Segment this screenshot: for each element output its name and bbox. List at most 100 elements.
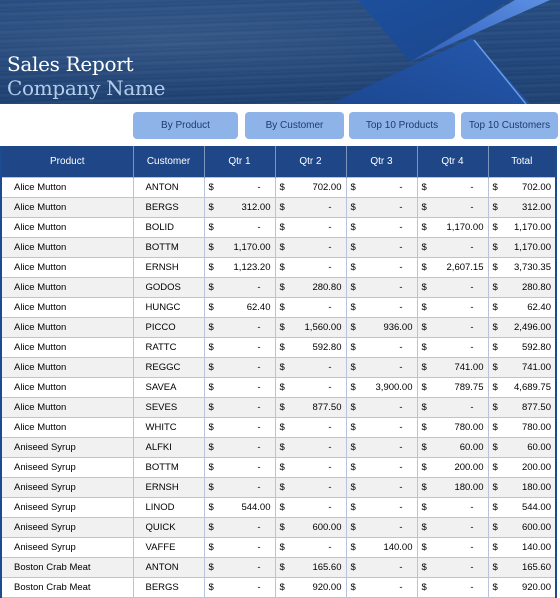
- table-row[interactable]: Alice Mutton BERGS $312.00 $ - $ - $ - $312.00: [0, 197, 557, 218]
- customer-cell[interactable]: LINOD: [132, 497, 205, 518]
- q2-cell[interactable]: $702.00: [274, 177, 347, 198]
- table-row[interactable]: Boston Crab Meat ANTON $ - $165.60 $ - $ - $165.6…: [0, 557, 557, 578]
- q1-cell[interactable]: $ -: [203, 537, 276, 558]
- total-cell[interactable]: $165.60: [487, 557, 557, 578]
- customer-cell[interactable]: GODOS: [132, 277, 205, 298]
- total-cell[interactable]: $780.00: [487, 417, 557, 438]
- q4-cell[interactable]: $ -: [416, 277, 489, 298]
- q4-cell[interactable]: $ -: [416, 537, 489, 558]
- q1-cell[interactable]: $ -: [203, 557, 276, 578]
- q4-cell[interactable]: $ -: [416, 237, 489, 258]
- product-cell[interactable]: Alice Mutton: [0, 257, 134, 278]
- total-cell[interactable]: $3,730.35: [487, 257, 557, 278]
- table-row[interactable]: Aniseed Syrup BOTTM $ - $ - $ - $200.00 $200.00: [0, 457, 557, 478]
- customer-cell[interactable]: SEVES: [132, 397, 205, 418]
- q3-cell[interactable]: $936.00: [345, 317, 418, 338]
- product-cell[interactable]: Aniseed Syrup: [0, 497, 134, 518]
- product-cell[interactable]: Aniseed Syrup: [0, 517, 134, 538]
- q2-cell[interactable]: $ -: [274, 437, 347, 458]
- q1-cell[interactable]: $ -: [203, 317, 276, 338]
- product-cell[interactable]: Aniseed Syrup: [0, 457, 134, 478]
- q3-cell[interactable]: $ -: [345, 457, 418, 478]
- product-cell[interactable]: Boston Crab Meat: [0, 577, 134, 598]
- q1-cell[interactable]: $ -: [203, 277, 276, 298]
- customer-cell[interactable]: HUNGC: [132, 297, 205, 318]
- q1-cell[interactable]: $ -: [203, 177, 276, 198]
- q4-cell[interactable]: $ -: [416, 397, 489, 418]
- q1-cell[interactable]: $312.00: [203, 197, 276, 218]
- customer-cell[interactable]: ANTON: [132, 177, 205, 198]
- q4-cell[interactable]: $ -: [416, 497, 489, 518]
- total-cell[interactable]: $592.80: [487, 337, 557, 358]
- total-cell[interactable]: $1,170.00: [487, 237, 557, 258]
- total-cell[interactable]: $544.00: [487, 497, 557, 518]
- q4-cell[interactable]: $789.75: [416, 377, 489, 398]
- q4-cell[interactable]: $ -: [416, 177, 489, 198]
- q3-cell[interactable]: $ -: [345, 497, 418, 518]
- q3-cell[interactable]: $ -: [345, 297, 418, 318]
- total-cell[interactable]: $741.00: [487, 357, 557, 378]
- customer-cell[interactable]: ALFKI: [132, 437, 205, 458]
- product-cell[interactable]: Alice Mutton: [0, 317, 134, 338]
- table-row[interactable]: Aniseed Syrup ERNSH $ - $ - $ - $180.00 $180.00: [0, 477, 557, 498]
- q1-cell[interactable]: $ -: [203, 357, 276, 378]
- product-cell[interactable]: Alice Mutton: [0, 217, 134, 238]
- q2-cell[interactable]: $280.80: [274, 277, 347, 298]
- q1-cell[interactable]: $ -: [203, 517, 276, 538]
- q4-cell[interactable]: $ -: [416, 557, 489, 578]
- total-cell[interactable]: $180.00: [487, 477, 557, 498]
- q3-cell[interactable]: $ -: [345, 557, 418, 578]
- q3-cell[interactable]: $ -: [345, 177, 418, 198]
- product-cell[interactable]: Boston Crab Meat: [0, 557, 134, 578]
- q1-cell[interactable]: $ -: [203, 397, 276, 418]
- total-cell[interactable]: $60.00: [487, 437, 557, 458]
- product-cell[interactable]: Alice Mutton: [0, 177, 134, 198]
- q4-cell[interactable]: $1,170.00: [416, 217, 489, 238]
- q1-cell[interactable]: $ -: [203, 417, 276, 438]
- product-cell[interactable]: Alice Mutton: [0, 397, 134, 418]
- q1-cell[interactable]: $62.40: [203, 297, 276, 318]
- table-row[interactable]: Alice Mutton PICCO $ - $1,560.00 $936.00 $ - $2,…: [0, 317, 557, 338]
- customer-cell[interactable]: WHITC: [132, 417, 205, 438]
- q3-cell[interactable]: $ -: [345, 337, 418, 358]
- q4-cell[interactable]: $ -: [416, 337, 489, 358]
- top-10-products-button[interactable]: Top 10 Products: [349, 112, 455, 139]
- product-cell[interactable]: Alice Mutton: [0, 297, 134, 318]
- q3-cell[interactable]: $ -: [345, 257, 418, 278]
- customer-cell[interactable]: REGGC: [132, 357, 205, 378]
- q4-cell[interactable]: $200.00: [416, 457, 489, 478]
- total-cell[interactable]: $140.00: [487, 537, 557, 558]
- customer-cell[interactable]: ANTON: [132, 557, 205, 578]
- q3-cell[interactable]: $ -: [345, 437, 418, 458]
- table-row[interactable]: Alice Mutton HUNGC $62.40 $ - $ - $ - $62.40: [0, 297, 557, 318]
- q1-cell[interactable]: $ -: [203, 217, 276, 238]
- customer-cell[interactable]: BERGS: [132, 197, 205, 218]
- q2-cell[interactable]: $ -: [274, 297, 347, 318]
- total-cell[interactable]: $702.00: [487, 177, 557, 198]
- q1-cell[interactable]: $ -: [203, 437, 276, 458]
- customer-cell[interactable]: SAVEA: [132, 377, 205, 398]
- total-cell[interactable]: $2,496.00: [487, 317, 557, 338]
- q2-cell[interactable]: $ -: [274, 197, 347, 218]
- q2-cell[interactable]: $1,560.00: [274, 317, 347, 338]
- customer-cell[interactable]: BERGS: [132, 577, 205, 598]
- table-row[interactable]: Alice Mutton BOTTM $1,170.00 $ - $ - $ - $1,170.0…: [0, 237, 557, 258]
- q4-cell[interactable]: $60.00: [416, 437, 489, 458]
- q2-cell[interactable]: $ -: [274, 537, 347, 558]
- table-row[interactable]: Aniseed Syrup LINOD $544.00 $ - $ - $ - $544.00: [0, 497, 557, 518]
- total-cell[interactable]: $312.00: [487, 197, 557, 218]
- total-cell[interactable]: $280.80: [487, 277, 557, 298]
- column-header-qtr2[interactable]: Qtr 2: [274, 146, 347, 178]
- q2-cell[interactable]: $ -: [274, 417, 347, 438]
- q2-cell[interactable]: $592.80: [274, 337, 347, 358]
- q3-cell[interactable]: $3,900.00: [345, 377, 418, 398]
- product-cell[interactable]: Alice Mutton: [0, 417, 134, 438]
- q3-cell[interactable]: $ -: [345, 197, 418, 218]
- q2-cell[interactable]: $ -: [274, 257, 347, 278]
- column-header-qtr3[interactable]: Qtr 3: [345, 146, 418, 178]
- product-cell[interactable]: Alice Mutton: [0, 197, 134, 218]
- q2-cell[interactable]: $ -: [274, 357, 347, 378]
- customer-cell[interactable]: QUICK: [132, 517, 205, 538]
- q2-cell[interactable]: $ -: [274, 497, 347, 518]
- by-product-button[interactable]: By Product: [133, 112, 238, 139]
